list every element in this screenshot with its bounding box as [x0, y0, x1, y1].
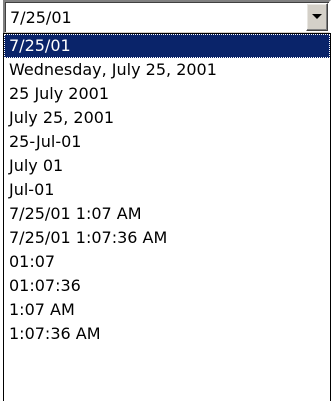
chevron-down-icon [312, 14, 322, 19]
date-format-combobox[interactable]: 7/25/01 7/25/01 Wednesday, July 25, 2001… [3, 0, 331, 401]
dropdown-button[interactable] [306, 3, 328, 31]
list-item[interactable]: 1:07:36 AM [4, 322, 330, 346]
list-item[interactable]: July 01 [4, 154, 330, 178]
combobox-field[interactable]: 7/25/01 [3, 0, 331, 34]
list-item[interactable]: 01:07 [4, 250, 330, 274]
list-item[interactable]: Wednesday, July 25, 2001 [4, 58, 330, 82]
list-item[interactable]: 7/25/01 1:07 AM [4, 202, 330, 226]
list-item[interactable]: 7/25/01 [4, 34, 330, 58]
combobox-selected-value: 7/25/01 [10, 8, 72, 27]
list-item[interactable]: 1:07 AM [4, 298, 330, 322]
list-item[interactable]: Jul-01 [4, 178, 330, 202]
dropdown-list[interactable]: 7/25/01 Wednesday, July 25, 2001 25 July… [3, 33, 331, 401]
list-item[interactable]: 25 July 2001 [4, 82, 330, 106]
list-item[interactable]: 01:07:36 [4, 274, 330, 298]
list-item[interactable]: 25-Jul-01 [4, 130, 330, 154]
list-item[interactable]: July 25, 2001 [4, 106, 330, 130]
list-item[interactable]: 7/25/01 1:07:36 AM [4, 226, 330, 250]
